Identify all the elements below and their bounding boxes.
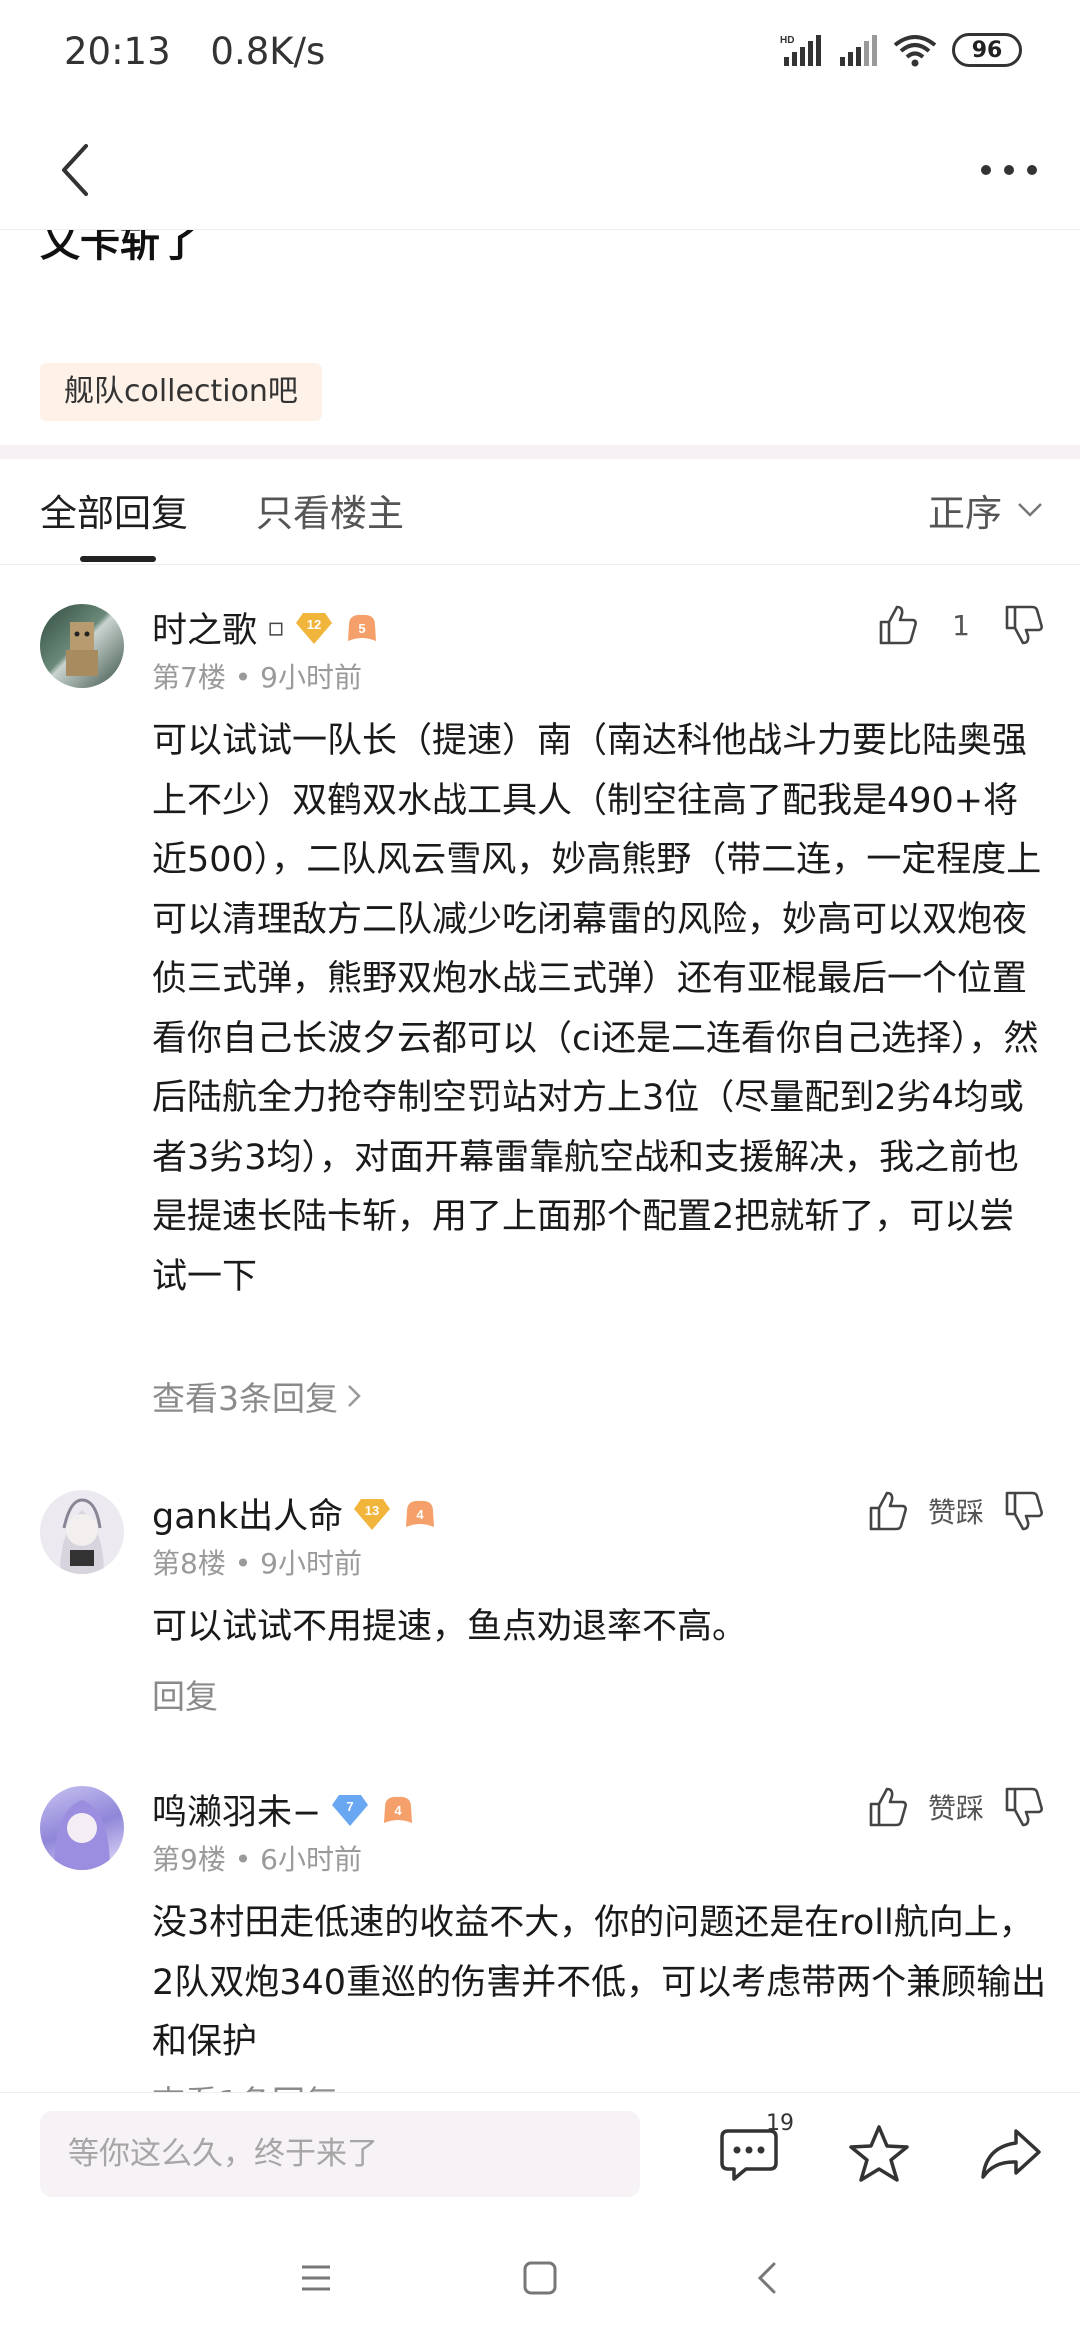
post-time: 9小时前: [260, 661, 362, 694]
bottom-bar: 等你这么久，终于来了 19: [0, 2092, 1080, 2210]
top-nav-bar: [0, 110, 1080, 230]
back-icon[interactable]: [44, 132, 114, 208]
view-replies-label: 查看3条回复: [152, 1379, 338, 1418]
comment-text: 没3村田走低速的收益不大，你的问题还是在roll航向上，2队双炮340重巡的伤害…: [152, 1903, 1047, 2062]
reply-tabs: 全部回复 只看楼主 正序: [0, 459, 1080, 565]
like-count: 1: [952, 608, 970, 642]
vote-actions: 赞踩: [868, 1490, 1044, 1532]
wifi-icon: [893, 35, 937, 67]
reply-link[interactable]: 回复: [152, 1670, 218, 1718]
vote-actions: 赞踩: [868, 1786, 1044, 1828]
sort-label: 正序: [928, 492, 1002, 535]
back-nav-icon[interactable]: [748, 2258, 788, 2298]
section-divider: [0, 445, 1080, 459]
avatar[interactable]: [40, 604, 124, 688]
svg-text:5: 5: [358, 621, 365, 636]
tab-all-replies[interactable]: 全部回复: [40, 483, 188, 537]
floor-number: 第8楼: [152, 1547, 226, 1580]
svg-text:7: 7: [347, 1799, 354, 1814]
post-time: 9小时前: [260, 1547, 362, 1580]
username[interactable]: gank出人命: [152, 1488, 343, 1539]
comment-item: 时之歌 ▫ 12 5 第7楼 • 9小时前 1 可以试试一队长（提速）南（南达科…: [0, 604, 1080, 1454]
fan-badge: 5: [343, 611, 381, 645]
sort-button[interactable]: 正序: [928, 483, 1044, 537]
signal-icon: HD: [780, 35, 821, 66]
battery-indicator: 96: [952, 33, 1022, 67]
post-text-cut: 又卡斩了: [40, 230, 200, 266]
level-badge: 7: [331, 1793, 369, 1827]
status-time: 20:13: [64, 30, 171, 73]
system-nav-bar: [0, 2210, 1080, 2340]
status-speed: 0.8K/s: [210, 30, 326, 73]
star-icon[interactable]: [844, 2119, 914, 2189]
home-icon[interactable]: [520, 2258, 560, 2298]
view-replies-link[interactable]: 查看3条回复: [152, 1372, 362, 1420]
signal-icon-2: [840, 35, 877, 66]
vote-actions: 1: [878, 604, 1044, 646]
username[interactable]: 时之歌: [152, 602, 257, 653]
more-icon[interactable]: [964, 140, 1054, 200]
thumb-down-icon[interactable]: [1004, 604, 1044, 646]
thumb-down-icon[interactable]: [1004, 1786, 1044, 1828]
status-bar: 20:13 0.8K/s HD 96: [0, 0, 1080, 110]
view-replies-link[interactable]: 查看1条回复: [152, 2076, 338, 2092]
comment-meta: 第7楼 • 9小时前: [152, 661, 362, 694]
comment-header: gank出人命 13 4: [152, 1488, 439, 1539]
level-badge: 12: [295, 611, 333, 645]
share-icon[interactable]: [976, 2119, 1046, 2189]
svg-text:HD: HD: [780, 35, 794, 46]
vote-label: 赞踩: [927, 1496, 984, 1529]
comment-item: gank出人命 13 4 第8楼 • 9小时前 赞踩 可以试试不用提速，鱼点劝退…: [0, 1490, 1080, 1740]
comment-count: 19: [766, 2111, 794, 2136]
thumb-down-icon[interactable]: [1004, 1490, 1044, 1532]
svg-text:4: 4: [395, 1803, 403, 1818]
status-right: HD 96: [780, 33, 1022, 67]
thumb-up-icon[interactable]: [868, 1786, 908, 1828]
thumb-up-icon[interactable]: [878, 604, 918, 646]
chevron-down-icon: [1018, 503, 1042, 517]
view-replies-label: 查看1条回复: [152, 2076, 338, 2092]
comment-text: 可以试试不用提速，鱼点劝退率不高。: [152, 1607, 748, 1647]
status-left: 20:13 0.8K/s: [64, 30, 353, 73]
comment-text: 可以试试一队长（提速）南（南达科他战斗力要比陆奥强上不少）双鹤双水战工具人（制空…: [152, 721, 1042, 1297]
level-badge: 13: [353, 1497, 391, 1531]
avatar[interactable]: [40, 1786, 124, 1870]
comment-input[interactable]: 等你这么久，终于来了: [40, 2111, 640, 2197]
tab-underline: [80, 556, 156, 562]
vote-label: 赞踩: [927, 1792, 984, 1825]
reply-label: 回复: [152, 1677, 218, 1716]
comment-item: 鸣濑羽未− 7 4 第9楼 • 6小时前 赞踩 没3村田走低速的收益不大，你的问…: [0, 1786, 1080, 2092]
menu-icon[interactable]: [296, 2258, 336, 2298]
chevron-right-icon: [348, 1385, 361, 1407]
post-time: 6小时前: [260, 1843, 362, 1876]
svg-text:4: 4: [417, 1507, 425, 1522]
floor-number: 第7楼: [152, 661, 226, 694]
post-content-tail: 又卡斩了 舰队collection吧: [0, 230, 1080, 445]
thumb-up-icon[interactable]: [868, 1490, 908, 1532]
forum-tag[interactable]: 舰队collection吧: [40, 363, 322, 421]
comment-header: 鸣濑羽未− 7 4: [152, 1786, 417, 1835]
name-suffix: ▫: [267, 612, 285, 643]
comment-header: 时之歌 ▫ 12 5: [152, 602, 381, 653]
fan-badge: 4: [401, 1497, 439, 1531]
svg-text:12: 12: [306, 617, 320, 632]
svg-text:13: 13: [365, 1503, 379, 1518]
username[interactable]: 鸣濑羽未−: [152, 1786, 321, 1835]
avatar[interactable]: [40, 1490, 124, 1574]
tab-op-only[interactable]: 只看楼主: [256, 483, 404, 537]
comment-meta: 第8楼 • 9小时前: [152, 1547, 362, 1580]
floor-number: 第9楼: [152, 1843, 226, 1876]
fan-badge: 4: [379, 1793, 417, 1827]
comment-meta: 第9楼 • 6小时前: [152, 1843, 362, 1876]
